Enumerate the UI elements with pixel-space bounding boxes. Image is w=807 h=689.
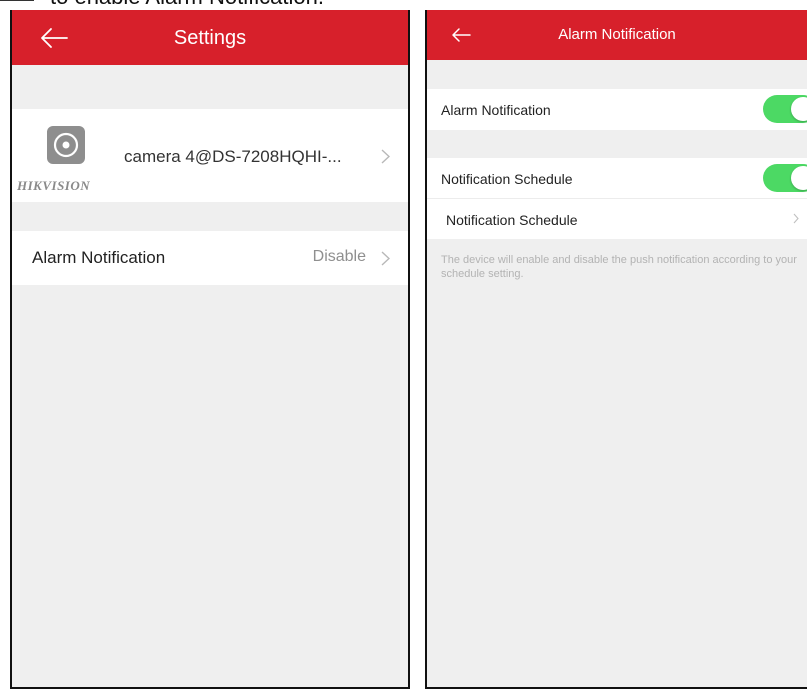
notification-schedule-toggle-row: Notification Schedule xyxy=(427,158,807,199)
notification-schedule-label: Notification Schedule xyxy=(441,171,573,187)
alarm-notification-toggle[interactable] xyxy=(763,95,807,123)
toggle-knob xyxy=(791,97,807,121)
page-caption: to enable Alarm Notification. xyxy=(0,0,807,10)
caption-bullet xyxy=(0,0,34,1)
notification-schedule-link-row[interactable]: Notification Schedule xyxy=(427,199,807,239)
alarm-notification-label: Alarm Notification xyxy=(441,102,551,118)
alarm-notification-row[interactable]: Alarm Notification Disable xyxy=(12,231,408,285)
notification-schedule-link-label: Notification Schedule xyxy=(446,212,578,228)
caption-text: to enable Alarm Notification. xyxy=(50,0,324,10)
settings-screen: Settings HIKVISION camera 4@DS-7208HQHI-… xyxy=(10,10,410,689)
device-brand-logo: HIKVISION xyxy=(17,178,91,193)
page-title: Alarm Notification xyxy=(558,26,676,43)
alarm-notification-screen: Alarm Notification Alarm Notification No… xyxy=(425,10,807,689)
chevron-right-icon xyxy=(381,251,390,266)
device-name: camera 4@DS-7208HQHI-... xyxy=(124,147,342,166)
alarm-notification-status: Disable xyxy=(312,248,366,265)
notification-schedule-toggle[interactable] xyxy=(763,164,807,192)
settings-header: Settings xyxy=(12,10,408,65)
chevron-right-icon xyxy=(793,213,799,224)
toggle-knob xyxy=(791,166,807,190)
device-row[interactable]: HIKVISION camera 4@DS-7208HQHI-... xyxy=(12,109,408,202)
alarm-notification-header: Alarm Notification xyxy=(427,10,807,60)
schedule-help-text: The device will enable and disable the p… xyxy=(441,254,797,280)
alarm-notification-toggle-row: Alarm Notification xyxy=(427,89,807,130)
chevron-right-icon xyxy=(381,149,390,164)
alarm-notification-label: Alarm Notification xyxy=(32,248,166,267)
page-title: Settings xyxy=(173,27,247,49)
camera-lens-icon xyxy=(47,126,85,164)
